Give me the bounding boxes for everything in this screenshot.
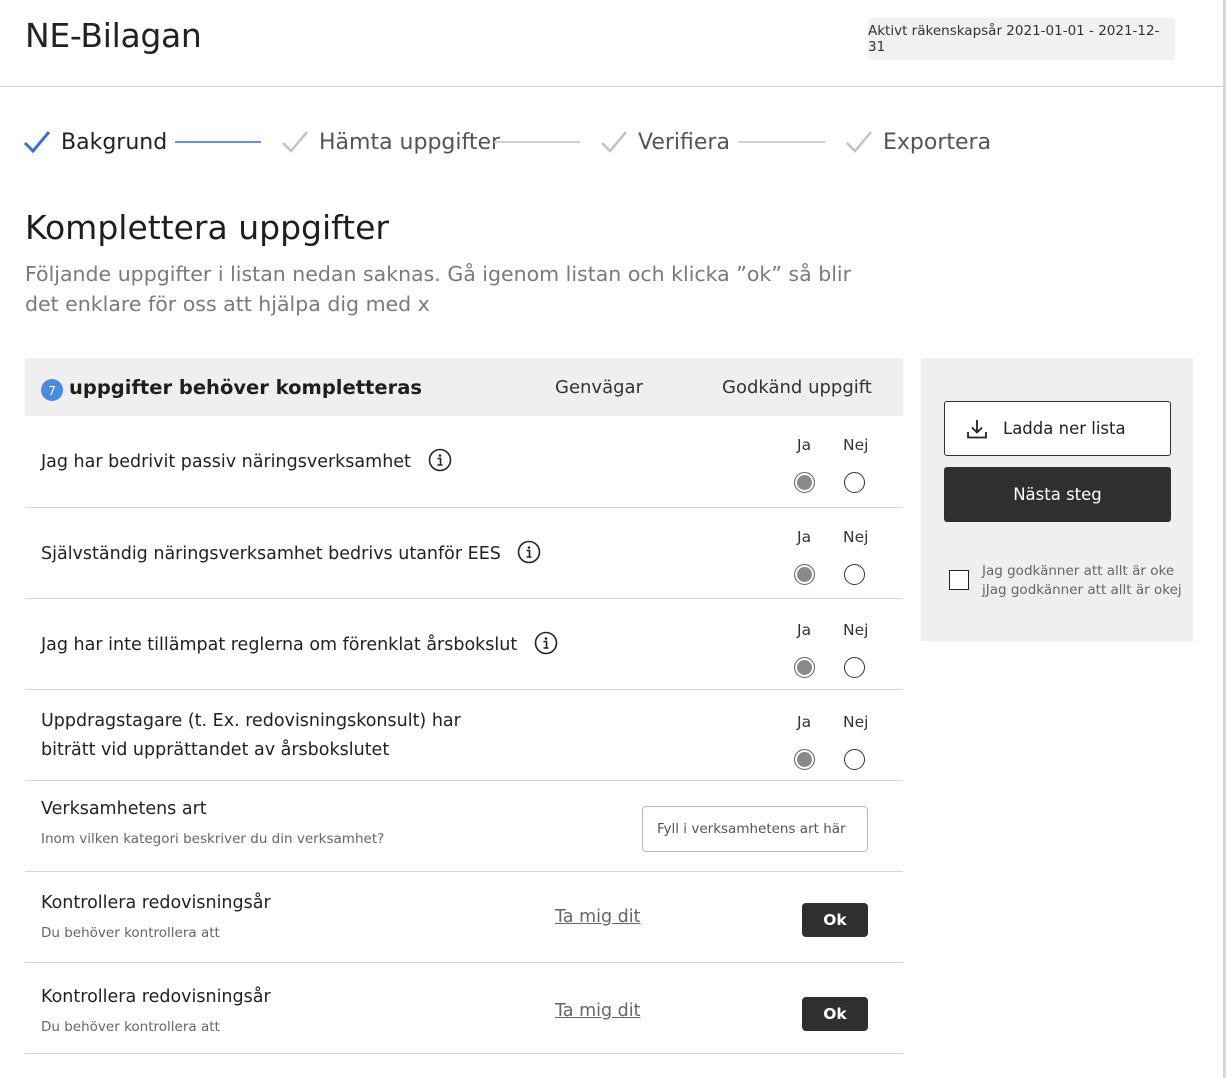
radio-yes[interactable] xyxy=(794,564,815,585)
radio-no[interactable] xyxy=(844,749,865,770)
take-me-there-link[interactable]: Ta mig dit xyxy=(555,1001,641,1021)
list-item: Självständig näringsverksamhet bedrivs u… xyxy=(25,508,903,599)
list-item: Jag har inte tillämpat reglerna om fören… xyxy=(25,599,903,690)
yes-no-group: Ja Nej xyxy=(790,713,870,773)
yes-no-group: Ja Nej xyxy=(790,436,870,496)
list-item: Verksamhetens art Inom vilken kategori b… xyxy=(25,781,903,872)
step-hamta-uppgifter[interactable]: Hämta uppgifter xyxy=(280,118,500,166)
side-panel: Ladda ner lista Nästa steg Jag godkänner… xyxy=(921,358,1193,641)
count-badge: 7 xyxy=(41,379,63,401)
step-bakgrund[interactable]: Bakgrund xyxy=(22,118,167,166)
yes-label: Ja xyxy=(797,436,812,454)
radio-no[interactable] xyxy=(844,472,865,493)
list-item-label: biträtt vid upprättandet av årsbokslutet xyxy=(41,740,390,760)
step-exportera[interactable]: Exportera xyxy=(844,118,991,166)
step-connector xyxy=(494,141,580,143)
check-icon xyxy=(282,131,308,153)
no-label: Nej xyxy=(843,621,869,639)
check-icon xyxy=(846,131,872,153)
completion-list: 7 uppgifter behöver kompletteras Genväga… xyxy=(25,358,903,1054)
list-header: 7 uppgifter behöver kompletteras Genväga… xyxy=(25,358,903,416)
yes-label: Ja xyxy=(797,713,812,731)
list-item-subtitle: Inom vilken kategori beskriver du din ve… xyxy=(41,831,385,847)
step-label: Bakgrund xyxy=(61,129,168,155)
page-description: Följande uppgifter i listan nedan saknas… xyxy=(25,262,852,316)
radio-yes[interactable] xyxy=(794,657,815,678)
step-connector xyxy=(175,141,261,143)
no-label: Nej xyxy=(843,528,869,546)
list-item-subtitle: Du behöver kontrollera att xyxy=(41,925,220,941)
step-label: Exportera xyxy=(883,129,992,155)
list-item-label: Jag har inte tillämpat reglerna om fören… xyxy=(41,635,518,655)
check-icon xyxy=(23,131,51,154)
yes-label: Ja xyxy=(797,528,812,546)
radio-no[interactable] xyxy=(844,564,865,585)
ok-button[interactable]: Ok xyxy=(802,997,868,1031)
yes-no-group: Ja Nej xyxy=(790,621,870,681)
radio-yes[interactable] xyxy=(794,472,815,493)
next-step-button[interactable]: Nästa steg xyxy=(944,467,1171,522)
top-bar: NE-Bilagan Aktivt räkenskapsår 2021-01-0… xyxy=(0,0,1226,87)
list-header-title: uppgifter behöver kompletteras xyxy=(69,376,422,399)
check-icon xyxy=(601,131,627,153)
no-label: Nej xyxy=(843,713,869,731)
list-item-label: Självständig näringsverksamhet bedrivs u… xyxy=(41,544,501,564)
info-icon[interactable] xyxy=(428,448,452,472)
business-type-input[interactable] xyxy=(642,806,868,852)
info-icon[interactable] xyxy=(534,631,558,655)
download-list-label: Ladda ner lista xyxy=(1003,419,1126,438)
info-icon[interactable] xyxy=(517,540,541,564)
page-title: Komplettera uppgifter xyxy=(25,208,389,247)
list-item-title: Kontrollera redovisningsår xyxy=(41,893,271,913)
progress-stepper: Bakgrund Hämta uppgifter Verifiera Expor… xyxy=(22,118,1012,166)
list-item: Kontrollera redovisningsår Du behöver ko… xyxy=(25,963,903,1054)
app-title: NE-Bilagan xyxy=(25,16,202,55)
approve-checkbox[interactable] xyxy=(949,570,969,590)
radio-no[interactable] xyxy=(844,657,865,678)
list-item: Jag har bedrivit passiv näringsverksamhe… xyxy=(25,416,903,508)
approve-label: Jag godkänner att allt är oke jJag godkä… xyxy=(982,563,1182,598)
list-item: Uppdragstagare (t. Ex. redovisningskonsu… xyxy=(25,690,903,781)
ok-button[interactable]: Ok xyxy=(802,903,868,937)
no-label: Nej xyxy=(843,436,869,454)
column-header-shortcuts: Genvägar xyxy=(555,377,643,398)
list-item-label: Uppdragstagare (t. Ex. redovisningskonsu… xyxy=(41,711,461,731)
download-icon xyxy=(967,419,987,438)
yes-label: Ja xyxy=(797,621,812,639)
step-verifiera[interactable]: Verifiera xyxy=(599,118,730,166)
list-item-subtitle: Du behöver kontrollera att xyxy=(41,1019,220,1035)
take-me-there-link[interactable]: Ta mig dit xyxy=(555,907,641,927)
list-item-title: Verksamhetens art xyxy=(41,799,207,819)
list-item: Kontrollera redovisningsår Du behöver ko… xyxy=(25,872,903,963)
step-connector xyxy=(739,141,825,143)
list-item-title: Kontrollera redovisningsår xyxy=(41,987,271,1007)
column-header-approved: Godkänd uppgift xyxy=(722,377,872,398)
step-label: Hämta uppgifter xyxy=(319,129,501,155)
step-label: Verifiera xyxy=(638,129,730,155)
yes-no-group: Ja Nej xyxy=(790,528,870,588)
fiscal-year-badge: Aktivt räkenskapsår 2021-01-01 - 2021-12… xyxy=(868,18,1175,60)
list-item-label: Jag har bedrivit passiv näringsverksamhe… xyxy=(41,452,411,472)
download-list-button[interactable]: Ladda ner lista xyxy=(944,401,1171,456)
radio-yes[interactable] xyxy=(794,749,815,770)
